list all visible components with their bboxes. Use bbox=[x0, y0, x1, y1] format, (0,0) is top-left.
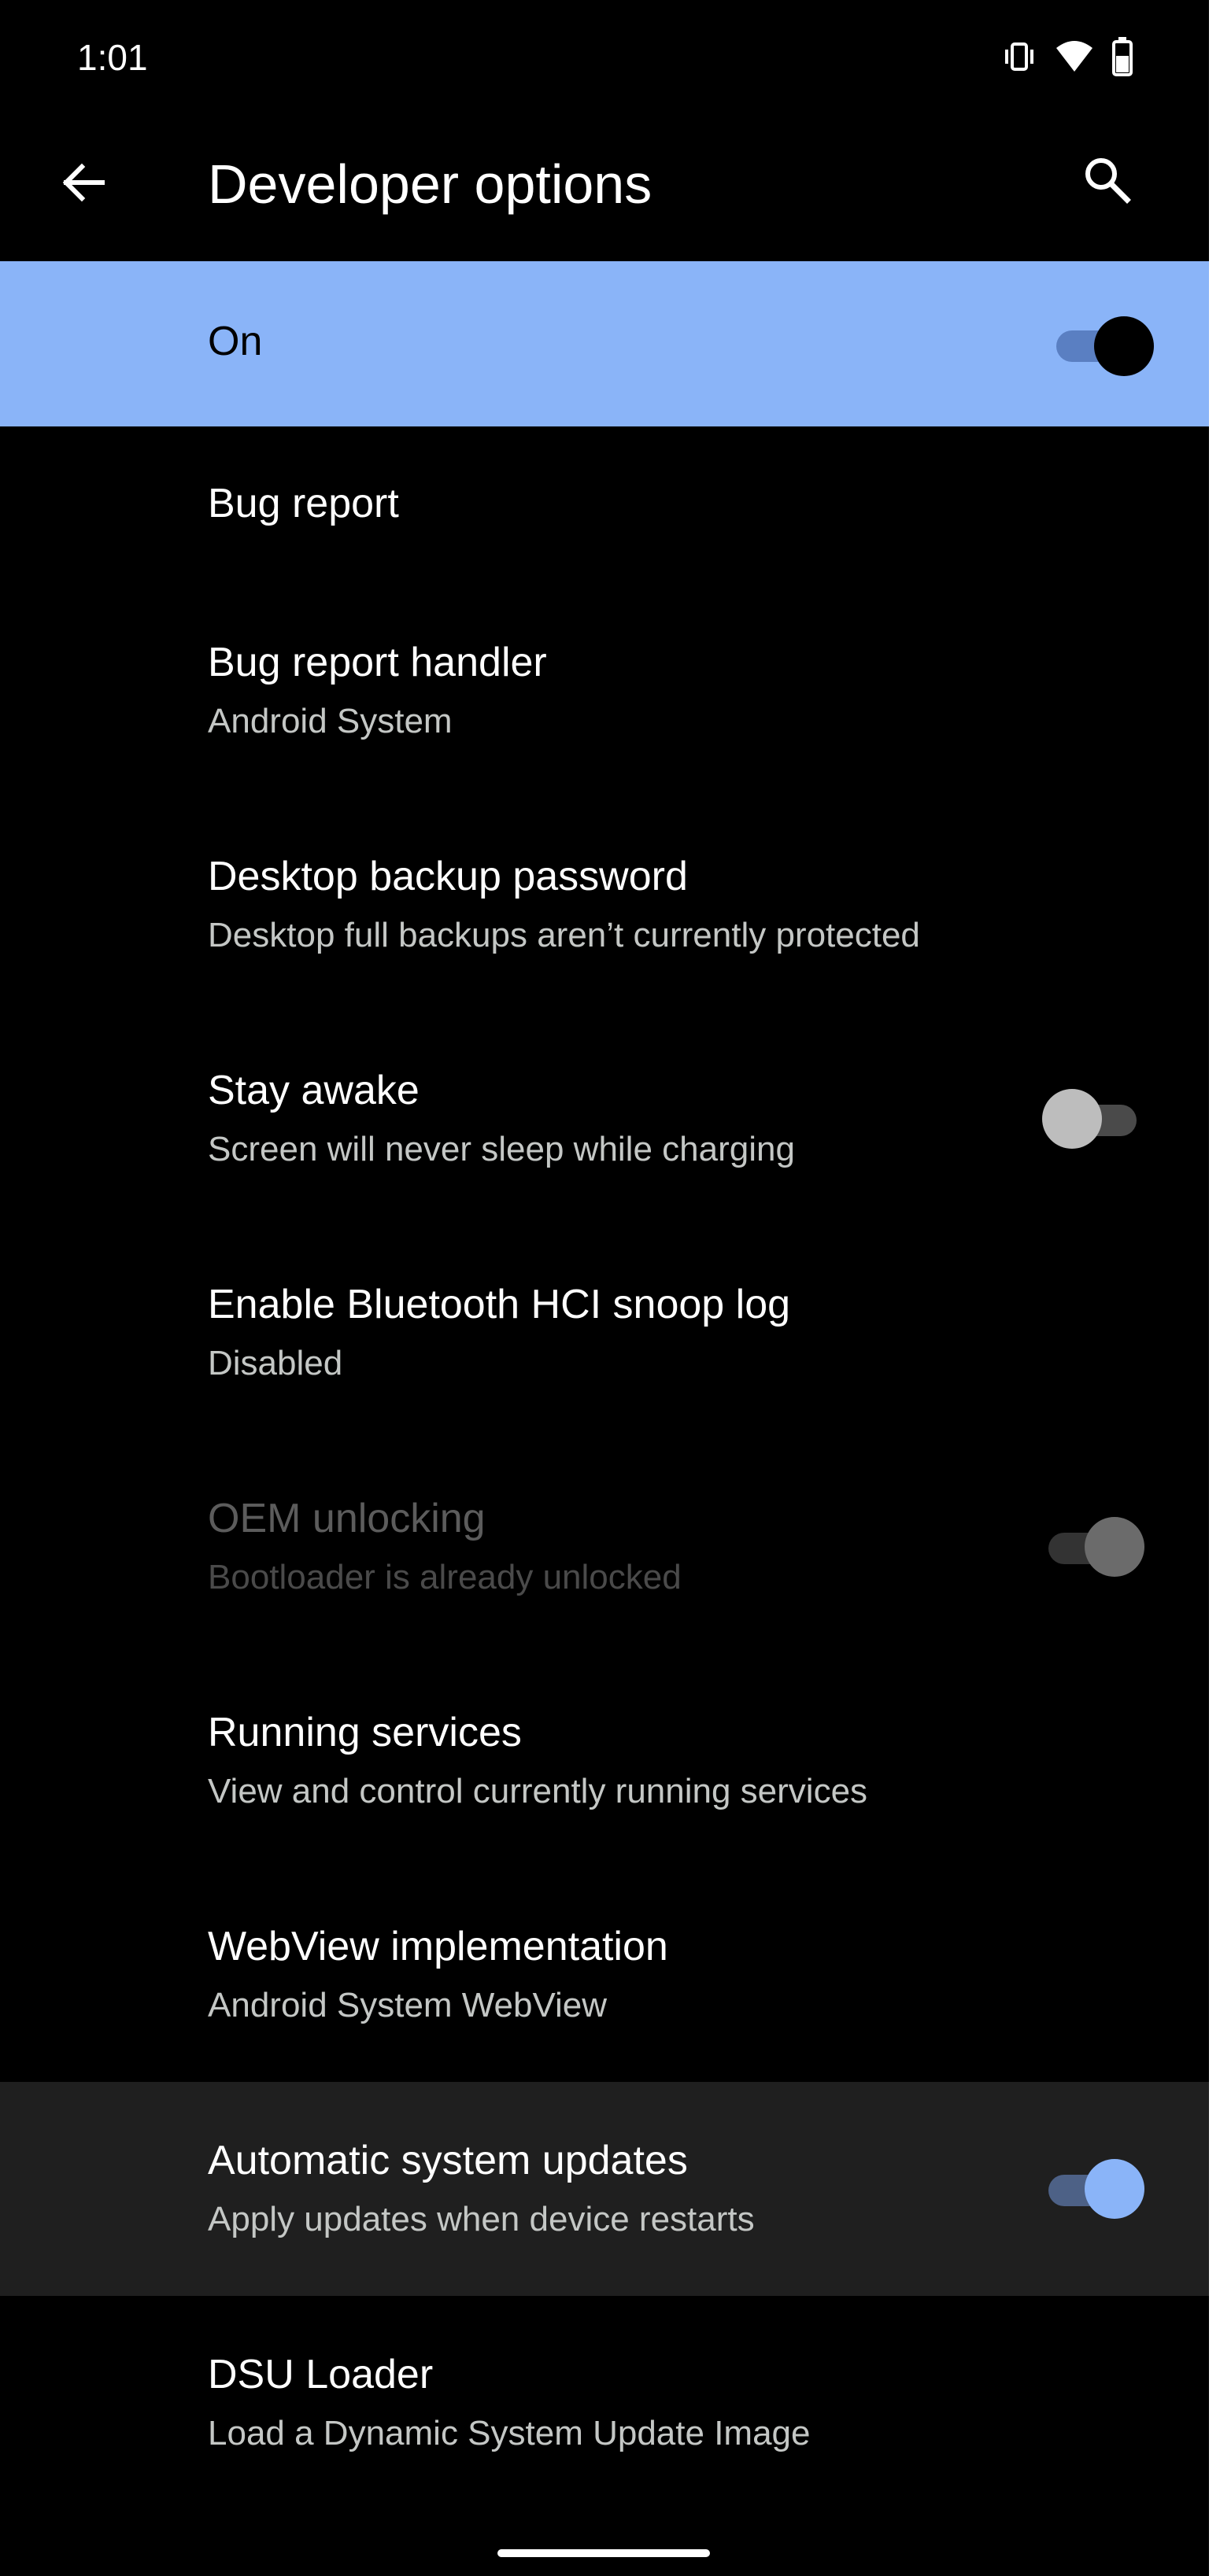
setting-summary: Android System bbox=[208, 702, 453, 740]
screen: 1:01 Developer options On Bug report Bug… bbox=[0, 0, 1209, 2576]
setting-bug-report[interactable]: Bug report bbox=[0, 426, 1209, 584]
setting-dsu-loader[interactable]: DSU Loader Load a Dynamic System Update … bbox=[0, 2296, 1209, 2510]
setting-desktop-backup-password[interactable]: Desktop backup password Desktop full bac… bbox=[0, 798, 1209, 1012]
switch-thumb bbox=[1085, 1517, 1144, 1577]
gesture-nav-handle[interactable] bbox=[497, 2549, 710, 2557]
setting-running-services[interactable]: Running services View and control curren… bbox=[0, 1654, 1209, 1868]
setting-summary: Apply updates when device restarts bbox=[208, 2200, 755, 2238]
setting-summary: Desktop full backups aren’t currently pr… bbox=[208, 916, 920, 954]
master-switch-toggle[interactable] bbox=[1052, 313, 1154, 376]
right-border bbox=[1209, 0, 1220, 2576]
page-title: Developer options bbox=[208, 153, 653, 215]
setting-title: Bug report bbox=[208, 481, 399, 526]
setting-summary: Android System WebView bbox=[208, 1986, 608, 2024]
setting-title: Automatic system updates bbox=[208, 2138, 688, 2183]
vibrate-icon bbox=[1001, 41, 1037, 72]
master-switch-label: On bbox=[208, 319, 263, 364]
setting-summary: Screen will never sleep while charging bbox=[208, 1130, 795, 1168]
setting-summary: Disabled bbox=[208, 1344, 343, 1382]
setting-title: DSU Loader bbox=[208, 2352, 434, 2397]
setting-bug-report-handler[interactable]: Bug report handler Android System bbox=[0, 584, 1209, 798]
setting-title: Enable Bluetooth HCI snoop log bbox=[208, 1282, 791, 1327]
setting-title: OEM unlocking bbox=[208, 1496, 486, 1541]
app-bar: Developer options bbox=[0, 118, 1209, 260]
settings-list: Bug report Bug report handler Android Sy… bbox=[0, 426, 1209, 2510]
setting-title: Bug report handler bbox=[208, 640, 547, 685]
stay-awake-toggle[interactable] bbox=[1042, 1087, 1144, 1150]
switch-thumb bbox=[1042, 1089, 1102, 1149]
status-bar: 1:01 bbox=[0, 0, 1209, 118]
status-icons bbox=[1001, 36, 1133, 77]
battery-icon bbox=[1111, 37, 1133, 76]
back-button[interactable] bbox=[44, 145, 123, 223]
setting-webview-implementation[interactable]: WebView implementation Android System We… bbox=[0, 1868, 1209, 2082]
setting-stay-awake[interactable]: Stay awake Screen will never sleep while… bbox=[0, 1012, 1209, 1226]
search-icon bbox=[1081, 154, 1132, 209]
setting-automatic-system-updates[interactable]: Automatic system updates Apply updates w… bbox=[0, 2082, 1209, 2296]
switch-thumb bbox=[1094, 316, 1154, 376]
setting-summary: View and control currently running servi… bbox=[208, 1772, 868, 1810]
wifi-icon bbox=[1055, 40, 1094, 73]
search-button[interactable] bbox=[1067, 142, 1146, 220]
setting-title: Stay awake bbox=[208, 1068, 420, 1113]
arrow-back-icon bbox=[58, 157, 109, 212]
automatic-system-updates-toggle[interactable] bbox=[1042, 2157, 1144, 2220]
setting-oem-unlocking: OEM unlocking Bootloader is already unlo… bbox=[0, 1440, 1209, 1654]
setting-title: Desktop backup password bbox=[208, 854, 688, 899]
master-switch-bar[interactable]: On bbox=[0, 261, 1209, 426]
setting-title: WebView implementation bbox=[208, 1924, 668, 1969]
oem-unlocking-toggle bbox=[1042, 1515, 1144, 1578]
setting-summary: Load a Dynamic System Update Image bbox=[208, 2414, 811, 2452]
status-time: 1:01 bbox=[77, 37, 148, 78]
setting-title: Running services bbox=[208, 1710, 522, 1755]
setting-bluetooth-hci-snoop-log[interactable]: Enable Bluetooth HCI snoop log Disabled bbox=[0, 1226, 1209, 1440]
setting-summary: Bootloader is already unlocked bbox=[208, 1558, 682, 1596]
switch-thumb bbox=[1085, 2159, 1144, 2219]
